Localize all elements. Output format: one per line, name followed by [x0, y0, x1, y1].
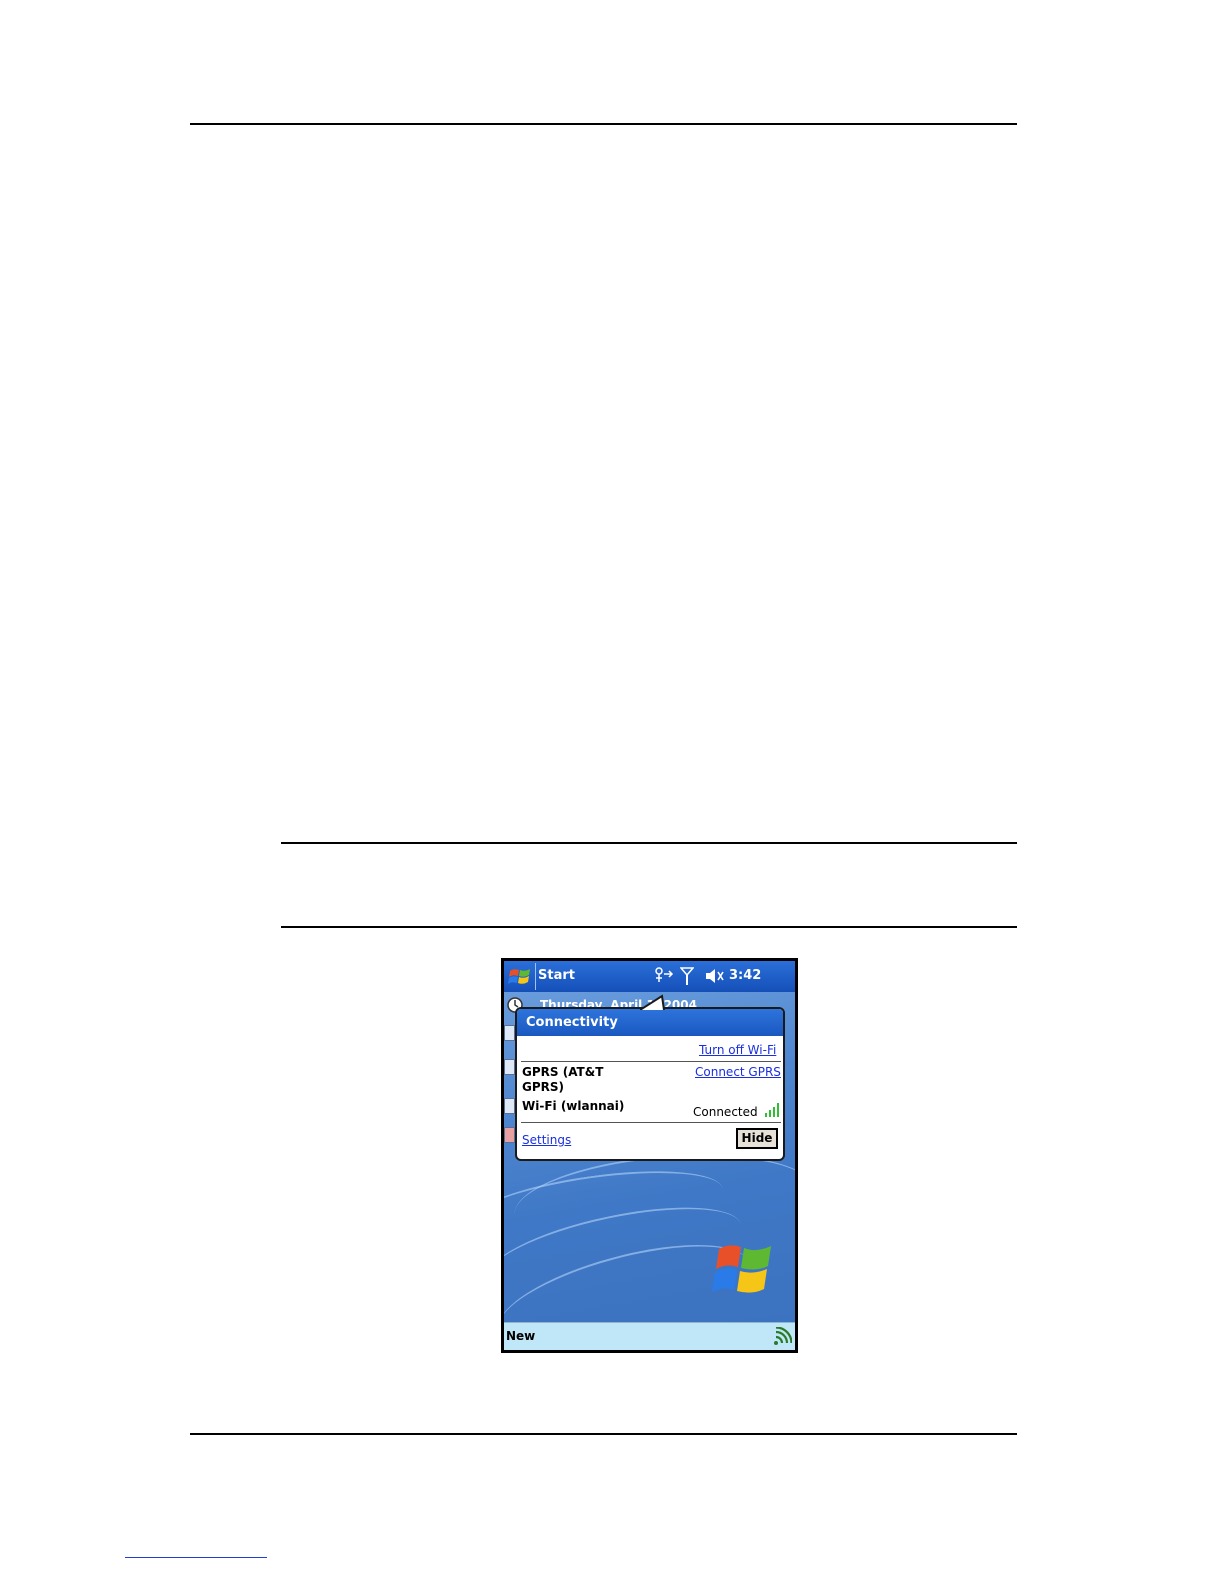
- gprs-label-line2: GPRS): [522, 1080, 565, 1094]
- new-menu-button[interactable]: New: [506, 1329, 535, 1343]
- popup-title: Connectivity: [526, 1015, 618, 1030]
- footer-rule: [190, 1433, 1017, 1435]
- antenna-icon[interactable]: [680, 966, 694, 986]
- gprs-label: GPRS (AT&T GPRS): [522, 1065, 603, 1095]
- connectivity-icon[interactable]: [652, 966, 674, 986]
- turn-off-wifi-link[interactable]: Turn off Wi-Fi: [699, 1043, 776, 1057]
- speaker-muted-icon[interactable]: [704, 966, 726, 986]
- signal-strength-icon: [765, 1103, 779, 1117]
- wifi-icon[interactable]: [772, 1327, 792, 1347]
- hide-button[interactable]: Hide: [736, 1128, 778, 1149]
- start-separator: [535, 963, 536, 990]
- popup-header: Connectivity: [517, 1009, 783, 1036]
- today-item-icon: [504, 1127, 515, 1143]
- windows-flag-icon[interactable]: [507, 965, 533, 989]
- today-item-icon: [504, 1098, 515, 1114]
- wifi-label: Wi-Fi (wlannai): [522, 1099, 625, 1113]
- divider: [521, 1061, 781, 1062]
- popup-pointer: [640, 994, 665, 1010]
- note-top-rule: [281, 842, 1017, 844]
- menu-bar: New: [504, 1322, 795, 1350]
- taskbar: Start 3:42: [504, 961, 795, 992]
- gprs-label-line1: GPRS (AT&T: [522, 1065, 604, 1079]
- today-item-icon: [504, 1059, 515, 1075]
- footer-link-underline: [125, 1557, 267, 1558]
- connect-gprs-link[interactable]: Connect GPRS: [695, 1065, 781, 1079]
- settings-link[interactable]: Settings: [522, 1133, 571, 1147]
- wifi-status: Connected: [693, 1105, 758, 1119]
- divider: [521, 1122, 781, 1123]
- today-item-icon: [504, 1025, 515, 1041]
- connectivity-popup: Connectivity Turn off Wi-Fi GPRS (AT&T G…: [515, 1007, 785, 1161]
- header-rule: [190, 123, 1017, 125]
- windows-logo-icon: [712, 1245, 771, 1293]
- clock[interactable]: 3:42: [729, 968, 761, 983]
- note-bottom-rule: [281, 926, 1017, 928]
- start-button[interactable]: Start: [538, 968, 575, 983]
- pocket-pc-screen: Thursday, April 1, 2004 Start 3:42 Conne…: [501, 958, 798, 1353]
